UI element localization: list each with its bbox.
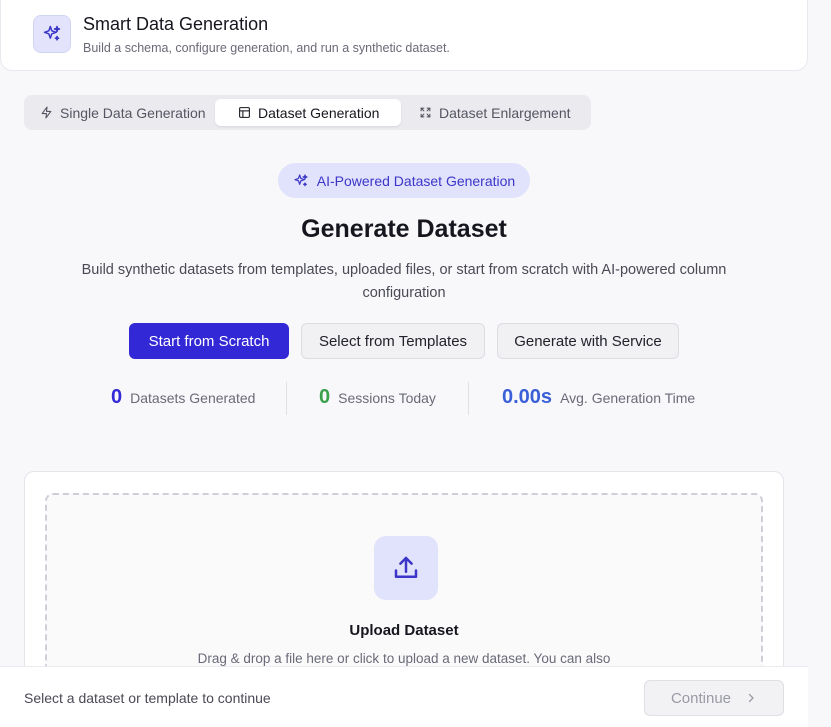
continue-button[interactable]: Continue: [644, 680, 784, 716]
tab-label: Dataset Enlargement: [439, 104, 571, 121]
stat-avg-generation-time: 0.00s Avg. Generation Time: [502, 386, 695, 412]
upload-title: Upload Dataset: [349, 622, 459, 639]
tab-label: Dataset Generation: [258, 104, 380, 121]
sparkles-icon: [33, 15, 71, 53]
start-from-scratch-button[interactable]: Start from Scratch: [129, 323, 289, 359]
stat-divider: [468, 382, 469, 415]
chevron-right-icon: [748, 693, 754, 703]
tab-single-data-generation[interactable]: Single Data Generation: [40, 99, 220, 126]
page-title: Smart Data Generation: [83, 14, 269, 34]
stat-sessions-today: 0 Sessions Today: [319, 386, 436, 412]
footer-bar: Select a dataset or template to continue…: [0, 666, 808, 727]
stat-value: 0: [319, 386, 331, 408]
upload-icon: [374, 536, 438, 600]
stat-label: Sessions Today: [338, 390, 436, 406]
continue-label: Continue: [670, 689, 732, 707]
select-from-templates-button[interactable]: Select from Templates: [301, 323, 485, 359]
upload-description: Drag & drop a file here or click to uplo…: [197, 651, 611, 666]
table-icon: [239, 107, 250, 118]
tab-dataset-enlargement[interactable]: Dataset Enlargement: [419, 99, 589, 126]
tab-dataset-generation[interactable]: Dataset Generation: [215, 99, 401, 126]
footer-status: Select a dataset or template to continue: [24, 690, 271, 706]
ai-badge: AI-Powered Dataset Generation: [278, 163, 530, 198]
stat-datasets-generated: 0 Datasets Generated: [111, 386, 255, 412]
badge-label: AI-Powered Dataset Generation: [316, 172, 516, 189]
app-header: Smart Data Generation Build a schema, co…: [0, 0, 808, 71]
lightning-icon: [41, 106, 52, 119]
stat-value: 0: [111, 386, 123, 408]
hero-title: Generate Dataset: [301, 215, 507, 243]
sparkles-icon: [294, 173, 308, 186]
hero-description: Build synthetic datasets from templates,…: [81, 262, 727, 301]
mode-tabs: Single Data Generation Dataset Generatio…: [24, 95, 591, 130]
stat-value: 0.00s: [502, 386, 553, 408]
tab-label: Single Data Generation: [60, 104, 206, 121]
expand-icon: [420, 107, 431, 118]
stat-divider: [286, 382, 287, 415]
page-subtitle: Build a schema, configure generation, an…: [83, 41, 450, 55]
stat-label: Avg. Generation Time: [560, 390, 696, 406]
stat-label: Datasets Generated: [130, 390, 256, 406]
generate-with-service-button[interactable]: Generate with Service: [497, 323, 679, 359]
